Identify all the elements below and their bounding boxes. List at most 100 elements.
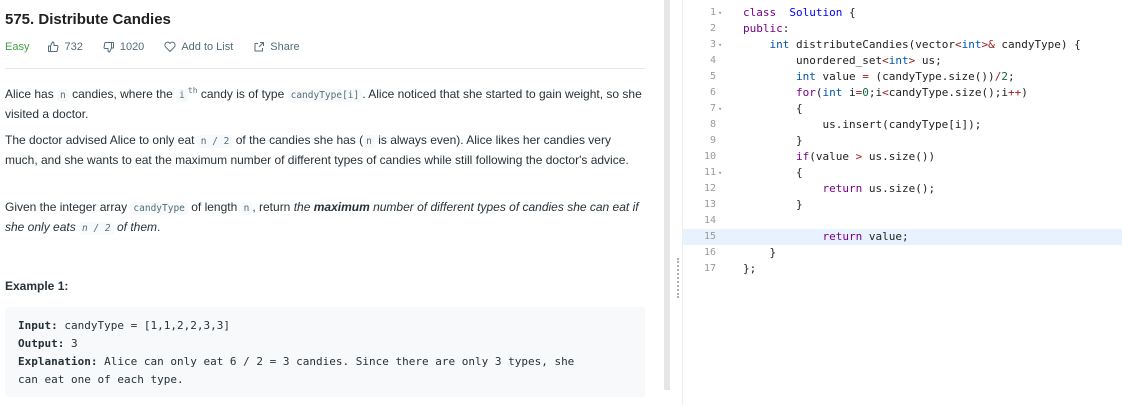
line-number: 11 — [703, 167, 716, 178]
code-text: return us.size(); — [743, 181, 935, 197]
add-to-list-button[interactable]: Add to List — [164, 41, 233, 53]
line-number: 13 — [703, 199, 716, 210]
line-number: 1 — [709, 7, 716, 18]
code-line[interactable]: 10 if(value > us.size()) — [683, 149, 1122, 165]
code-token: < — [954, 38, 962, 51]
code-line[interactable]: 14 — [683, 213, 1122, 229]
line-number: 16 — [703, 247, 716, 258]
code-token: unordered_set — [743, 54, 883, 67]
code-token: public — [743, 22, 783, 35]
like-button[interactable]: 732 — [47, 41, 83, 53]
description-paragraph-3: Given the integer array candyType of len… — [5, 200, 639, 235]
line-number: 5 — [709, 71, 716, 82]
code-token: >& — [981, 38, 995, 51]
code-line[interactable]: 1 ▾ class Solution { — [683, 5, 1122, 21]
heart-icon — [164, 41, 176, 52]
code-line[interactable]: 2 public: — [683, 21, 1122, 37]
code-token: } — [743, 246, 777, 259]
example-explanation-cont: can eat one of each type. — [18, 373, 184, 386]
line-number: 12 — [703, 183, 716, 194]
share-label: Share — [270, 41, 300, 53]
code-token: { — [743, 102, 803, 115]
code-token: distributeCandies(vector — [789, 38, 955, 51]
code-line[interactable]: 11 ▾ { — [683, 165, 1122, 181]
code-line[interactable]: 6 for(int i=0;i<candyType.size();i++) — [683, 85, 1122, 101]
code-token: if — [795, 150, 810, 163]
code-token: candyType.size();i — [888, 86, 1008, 99]
code-text: int value = (candyType.size())/2; — [743, 69, 1015, 85]
code-text: for(int i=0;i<candyType.size();i++) — [743, 85, 1028, 101]
code-line[interactable]: 4 unordered_set<int> us; — [683, 53, 1122, 69]
example-output: Output: 3 — [18, 337, 78, 350]
code-token: return — [822, 230, 863, 243]
code-token: candyType) { — [994, 38, 1081, 51]
code-token: } — [743, 134, 803, 147]
code-text: int distributeCandies(vector<int>& candy… — [743, 37, 1081, 53]
code-token: { — [842, 6, 856, 19]
fold-arrow-icon[interactable]: ▾ — [718, 5, 726, 21]
thumbs-down-icon — [103, 42, 114, 53]
code-token: us.insert(candyType[i]); — [743, 118, 982, 131]
code-token: = — [862, 70, 869, 83]
thumbs-up-icon — [48, 41, 59, 52]
line-number: 4 — [709, 55, 716, 66]
share-button[interactable]: Share — [253, 41, 300, 53]
code-token: ++ — [1007, 86, 1022, 99]
code-text: class Solution { — [743, 5, 856, 21]
fold-arrow-icon[interactable]: ▾ — [718, 101, 726, 117]
code-line[interactable]: 12 return us.size(); — [683, 181, 1122, 197]
code-line[interactable]: 13 } — [683, 197, 1122, 213]
code-token: int — [961, 38, 982, 51]
code-token: } — [743, 198, 803, 211]
code-token: < — [882, 54, 889, 67]
fold-arrow-icon[interactable]: ▾ — [718, 37, 726, 53]
example-block: Input: candyType = [1,1,2,2,3,3] Output:… — [5, 307, 645, 397]
line-number: 3 — [709, 39, 716, 50]
add-to-list-label: Add to List — [181, 41, 234, 53]
code-line[interactable]: 5 int value = (candyType.size())/2; — [683, 69, 1122, 85]
description-panel: 575. Distribute Candies Easy 732 1020 Ad… — [0, 0, 662, 405]
line-number: 8 — [709, 119, 716, 130]
example-title: Example 1: — [5, 279, 69, 293]
code-token: Solution — [789, 6, 843, 19]
code-token: ;i — [868, 86, 883, 99]
code-text: return value; — [743, 229, 908, 245]
line-number: 17 — [703, 263, 716, 274]
code-token: int — [822, 86, 843, 99]
code-token: (candyType.size()) — [868, 70, 995, 83]
description-paragraph-2: The doctor advised Alice to only eat n /… — [5, 133, 629, 167]
line-number: 15 — [703, 231, 716, 242]
description-scrollbar[interactable] — [664, 0, 670, 390]
code-text: } — [743, 197, 803, 213]
code-line[interactable]: 16 } — [683, 245, 1122, 261]
code-line[interactable]: 15 return value; — [683, 229, 1122, 245]
code-line[interactable]: 7 ▾ { — [683, 101, 1122, 117]
code-token: ) — [1021, 86, 1028, 99]
code-text: if(value > us.size()) — [743, 149, 935, 165]
code-token: for — [795, 86, 816, 99]
code-line[interactable]: 3 ▾ int distributeCandies(vector<int>& ca… — [683, 37, 1122, 53]
header-divider — [5, 68, 645, 69]
like-count: 732 — [64, 41, 83, 53]
code-line[interactable]: 8 us.insert(candyType[i]); — [683, 117, 1122, 133]
code-line[interactable]: 9 } — [683, 133, 1122, 149]
line-number: 10 — [703, 151, 716, 162]
code-token: us; — [915, 54, 942, 67]
code-text: { — [743, 101, 803, 117]
example-explanation: Explanation: Alice can only eat 6 / 2 = … — [18, 355, 575, 368]
splitter-handle[interactable] — [677, 258, 679, 298]
code-line[interactable]: 17}; — [683, 261, 1122, 277]
example-input: Input: candyType = [1,1,2,2,3,3] — [18, 319, 230, 332]
code-editor[interactable]: 1 ▾ class Solution {2 public: 3 ▾ int distrib… — [683, 0, 1122, 405]
code-token: : — [782, 22, 790, 35]
fold-arrow-icon[interactable]: ▾ — [718, 165, 726, 181]
dislike-button[interactable]: 1020 — [103, 41, 144, 53]
code-text: us.insert(candyType[i]); — [743, 117, 981, 133]
code-token: ; — [1007, 70, 1015, 83]
line-number: 6 — [709, 87, 716, 98]
